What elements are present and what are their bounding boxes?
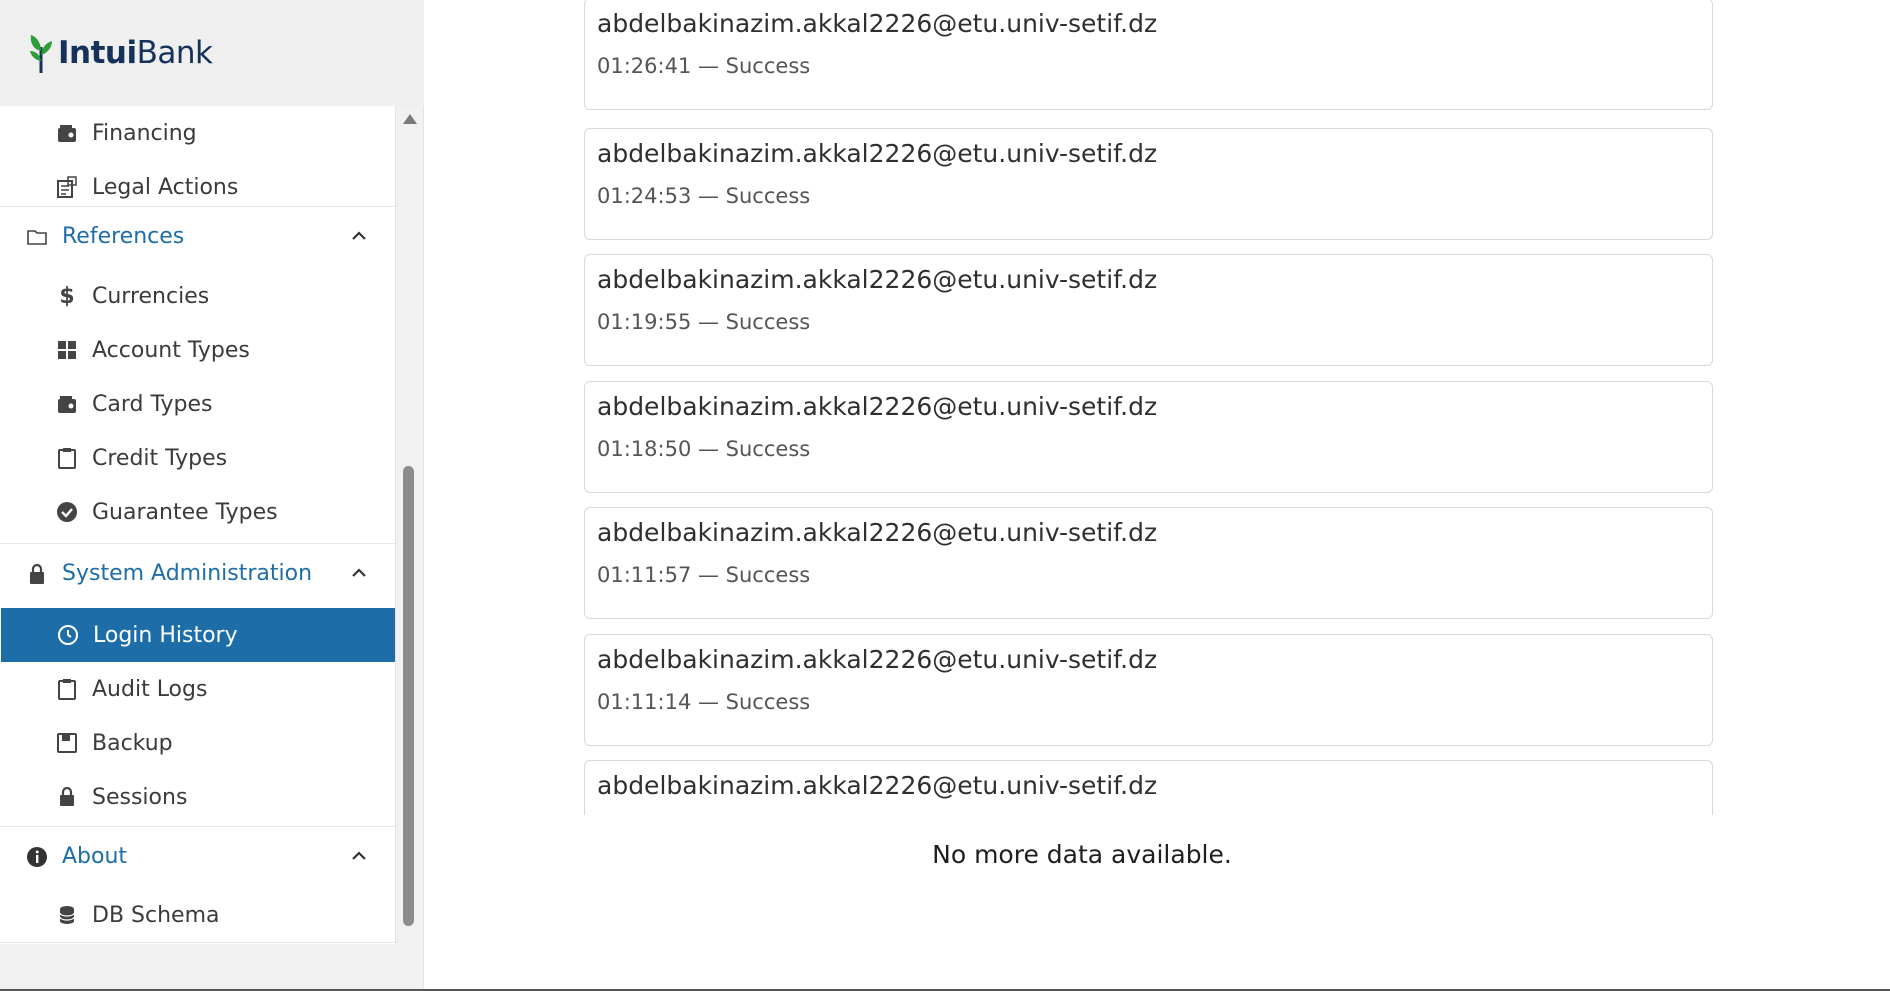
login-time-status: 01:11:57 — Success — [597, 563, 811, 587]
chevron-up-icon[interactable] — [350, 564, 368, 582]
brand-name: IntuiBank — [58, 35, 213, 71]
login-history-card[interactable]: abdelbakinazim.akkal2226@etu.univ-setif.… — [584, 0, 1713, 110]
sidebar-item-label: Credit Types — [92, 445, 228, 471]
login-email: abdelbakinazim.akkal2226@etu.univ-setif.… — [597, 265, 1158, 294]
section-label: About — [62, 844, 128, 869]
clock-icon — [57, 624, 79, 646]
section-about[interactable]: About — [0, 826, 395, 886]
brand-name-bold: Intui — [58, 35, 137, 71]
login-email: abdelbakinazim.akkal2226@etu.univ-setif.… — [597, 771, 1158, 800]
save-icon — [56, 732, 78, 754]
sidebar-item-financing[interactable]: Financing — [0, 106, 395, 160]
login-history-list: abdelbakinazim.akkal2226@etu.univ-setif.… — [584, 0, 1740, 815]
chevron-up-icon[interactable] — [350, 227, 368, 245]
sidebar-item-label: Legal Actions — [92, 174, 239, 200]
sidebar-item-account-types[interactable]: Account Types — [0, 323, 395, 377]
sidebar-item-sessions[interactable]: Sessions — [0, 770, 395, 824]
sidebar-item-label: Card Types — [92, 391, 213, 417]
sidebar-item-label: Login History — [93, 622, 238, 648]
sidebar-item-backup[interactable]: Backup — [0, 716, 395, 770]
scroll-up-arrow-icon[interactable] — [403, 114, 417, 124]
login-time-status: 01:26:41 — Success — [597, 54, 811, 78]
login-email: abdelbakinazim.akkal2226@etu.univ-setif.… — [597, 9, 1158, 38]
sidebar-menu: Financing Legal Actions References $ Cur… — [0, 106, 396, 944]
sidebar: IntuiBank Financing Legal Actions Refere… — [0, 0, 424, 991]
check-circle-icon — [56, 501, 78, 523]
divider — [0, 942, 395, 943]
login-history-card[interactable]: abdelbakinazim.akkal2226@etu.univ-setif.… — [584, 760, 1713, 815]
sidebar-item-label: Backup — [92, 730, 173, 756]
login-history-card[interactable]: abdelbakinazim.akkal2226@etu.univ-setif.… — [584, 128, 1713, 240]
main-content: abdelbakinazim.akkal2226@etu.univ-setif.… — [424, 0, 1890, 991]
sidebar-item-label: Account Types — [92, 337, 250, 363]
leaf-logo-icon — [30, 35, 52, 73]
dollar-icon: $ — [59, 283, 75, 309]
login-history-card[interactable]: abdelbakinazim.akkal2226@etu.univ-setif.… — [584, 507, 1713, 619]
sidebar-item-label: Currencies — [92, 283, 210, 309]
sidebar-scrollbar[interactable] — [400, 106, 420, 944]
section-system-administration[interactable]: System Administration — [0, 543, 395, 603]
sidebar-item-currencies[interactable]: $ Currencies — [0, 269, 395, 323]
login-time-status: 01:18:50 — Success — [597, 437, 811, 461]
sidebar-item-label: Financing — [92, 120, 197, 146]
lock-icon — [56, 786, 78, 808]
clipboard-icon — [56, 447, 78, 469]
sidebar-item-db-schema[interactable]: DB Schema — [0, 888, 395, 942]
info-icon — [26, 846, 48, 868]
sidebar-item-label: DB Schema — [92, 902, 220, 928]
section-references[interactable]: References — [0, 206, 395, 266]
wallet-icon — [56, 122, 78, 144]
chevron-up-icon[interactable] — [350, 847, 368, 865]
section-label: System Administration — [62, 561, 313, 586]
brand-header[interactable]: IntuiBank — [0, 0, 424, 106]
sidebar-item-audit-logs[interactable]: Audit Logs — [0, 662, 395, 716]
sidebar-item-card-types[interactable]: Card Types — [0, 377, 395, 431]
sidebar-item-label: Audit Logs — [92, 676, 208, 702]
login-time-status: 01:24:53 — Success — [597, 184, 811, 208]
clipboard-icon — [56, 678, 78, 700]
database-icon — [56, 904, 78, 926]
login-history-card[interactable]: abdelbakinazim.akkal2226@etu.univ-setif.… — [584, 381, 1713, 493]
sidebar-item-login-history[interactable]: Login History — [1, 608, 395, 662]
brand-name-rest: Bank — [136, 35, 213, 71]
folder-icon — [26, 226, 48, 248]
sidebar-item-label: Guarantee Types — [92, 499, 278, 525]
login-time-status: 01:11:14 — Success — [597, 690, 811, 714]
section-label: References — [62, 224, 185, 249]
login-email: abdelbakinazim.akkal2226@etu.univ-setif.… — [597, 645, 1158, 674]
no-more-data-message: No more data available. — [932, 840, 1232, 869]
login-history-card[interactable]: abdelbakinazim.akkal2226@etu.univ-setif.… — [584, 634, 1713, 746]
document-icon — [56, 176, 78, 198]
login-email: abdelbakinazim.akkal2226@etu.univ-setif.… — [597, 139, 1158, 168]
login-email: abdelbakinazim.akkal2226@etu.univ-setif.… — [597, 392, 1158, 421]
sidebar-item-guarantee-types[interactable]: Guarantee Types — [0, 485, 395, 539]
login-email: abdelbakinazim.akkal2226@etu.univ-setif.… — [597, 518, 1158, 547]
grid-icon — [56, 339, 78, 361]
wallet-icon — [56, 393, 78, 415]
lock-icon — [26, 563, 48, 585]
sidebar-item-label: Sessions — [92, 784, 188, 810]
login-history-card[interactable]: abdelbakinazim.akkal2226@etu.univ-setif.… — [584, 254, 1713, 366]
sidebar-item-credit-types[interactable]: Credit Types — [0, 431, 395, 485]
scrollbar-thumb[interactable] — [403, 466, 414, 926]
login-time-status: 01:19:55 — Success — [597, 310, 811, 334]
